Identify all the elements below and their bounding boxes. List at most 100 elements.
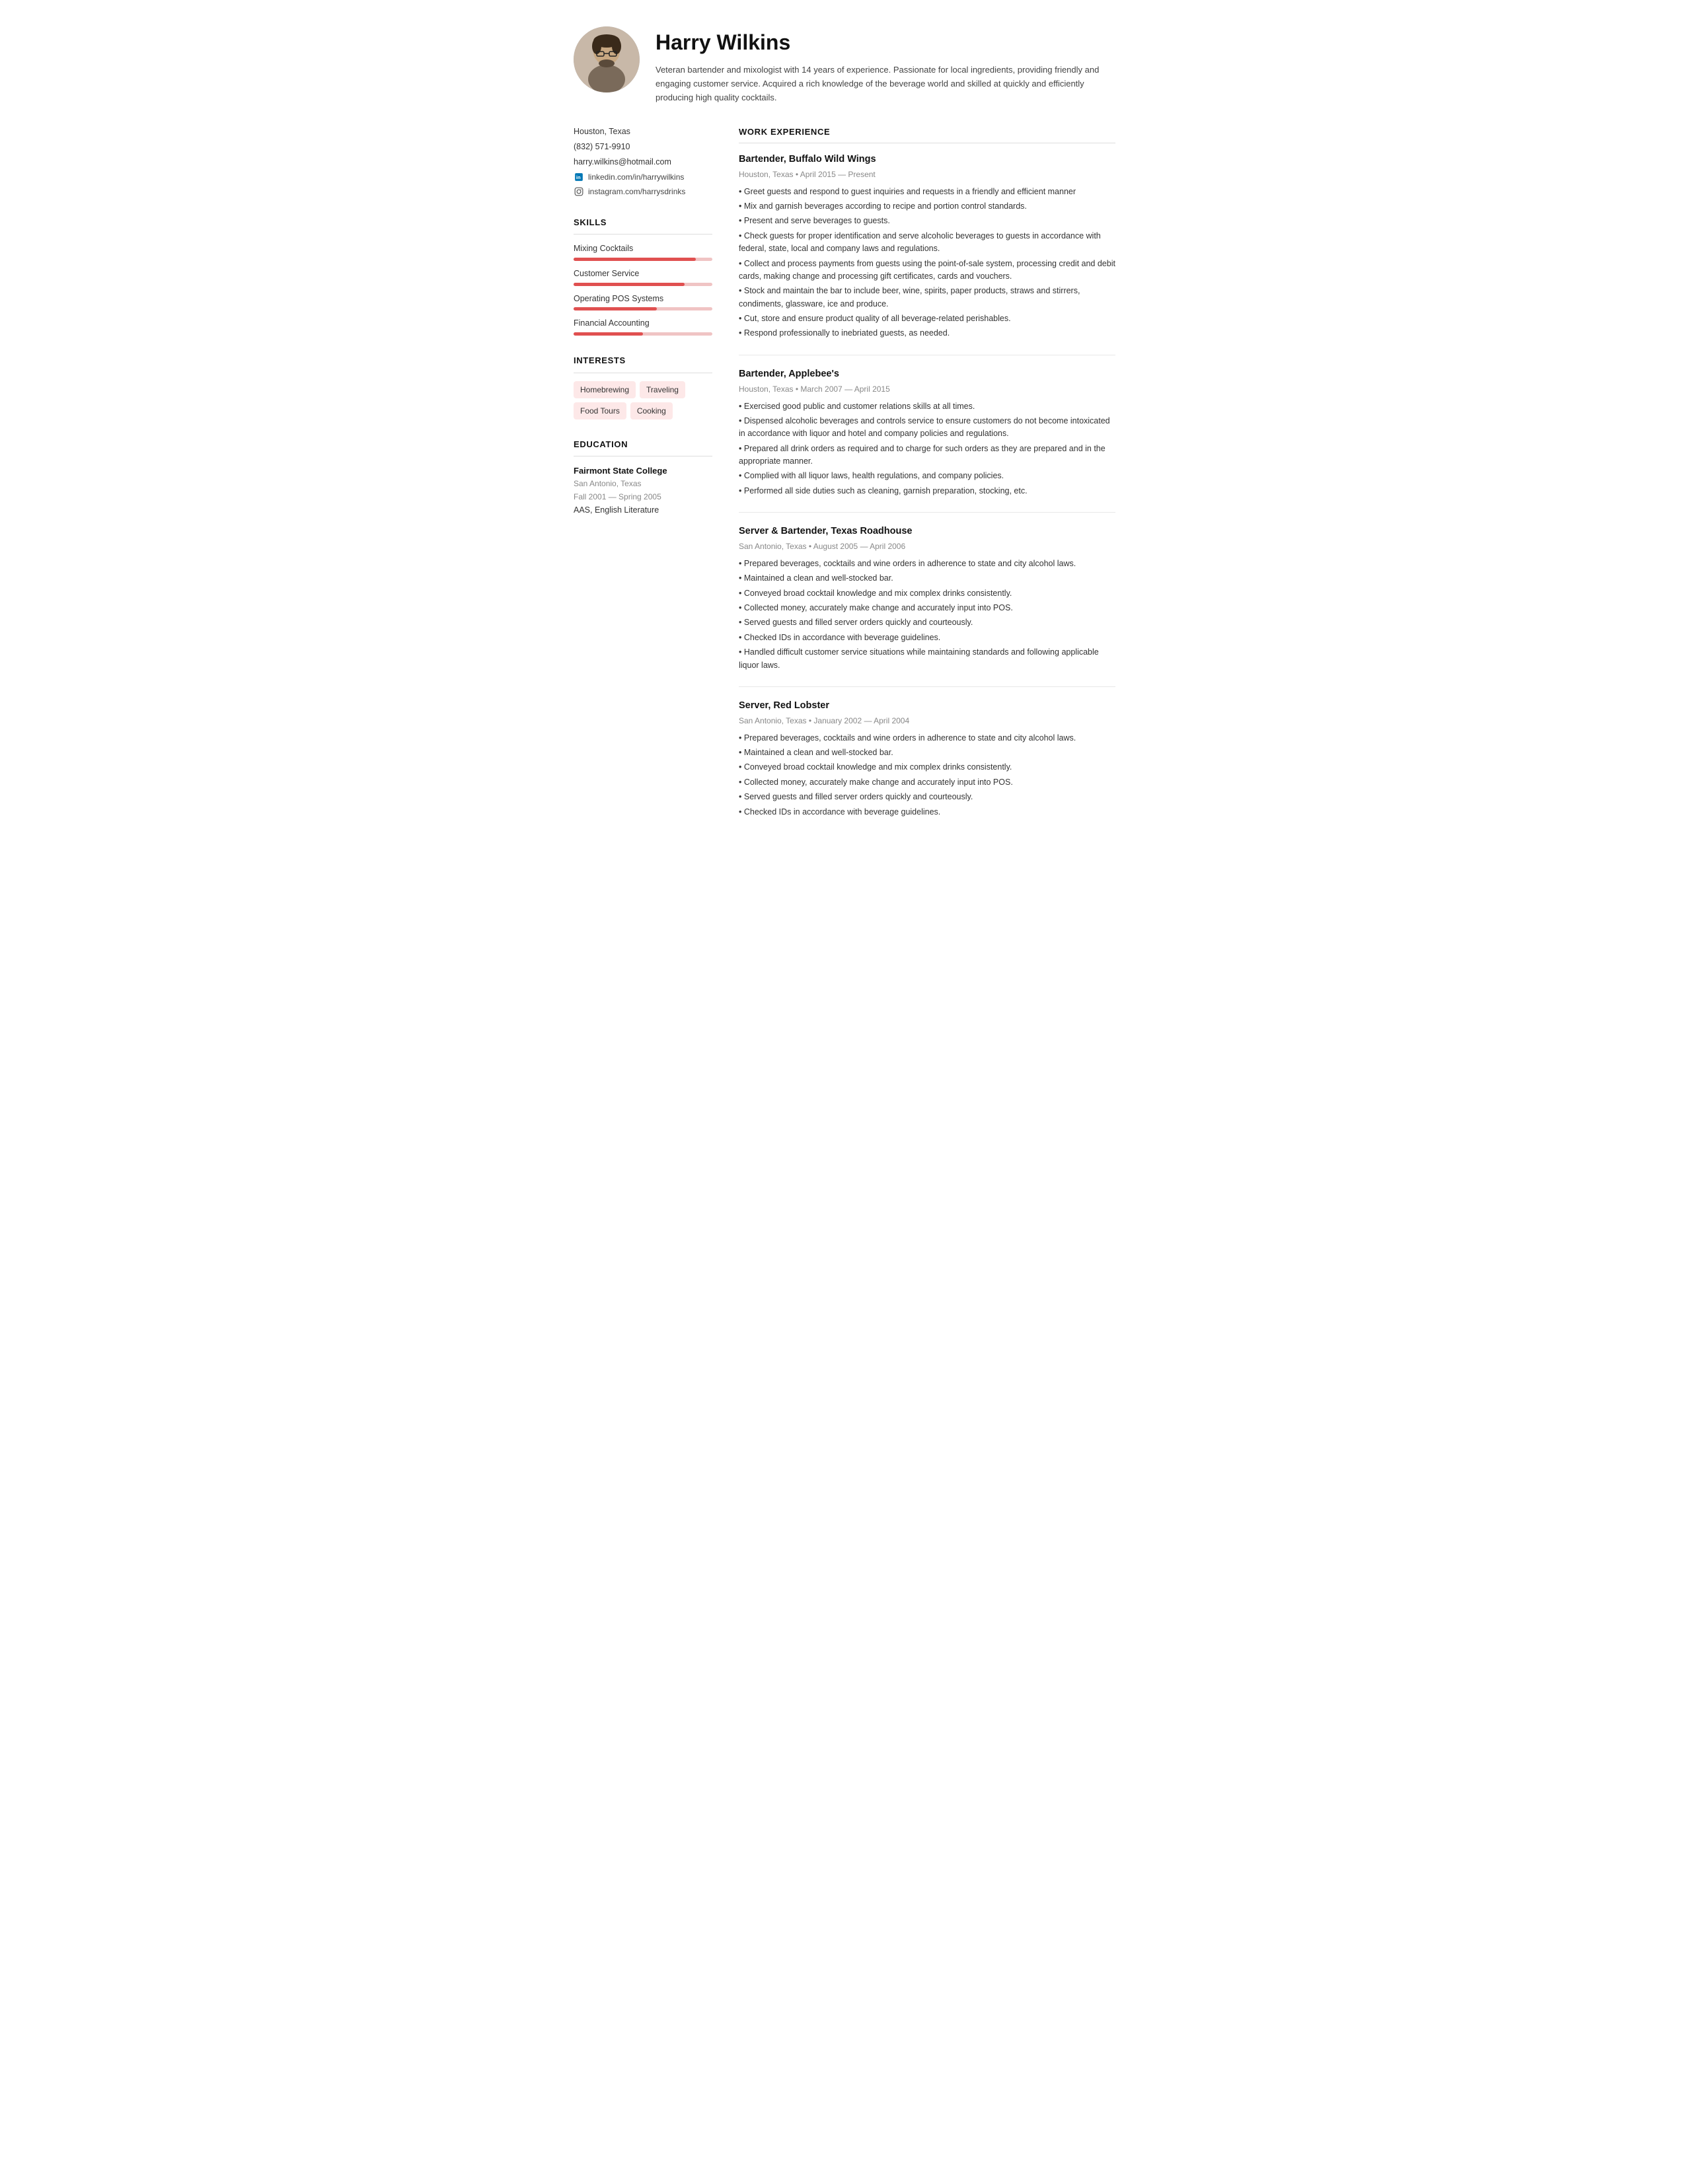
job-title: Bartender, Buffalo Wild Wings [739,153,1115,167]
interests-section: INTERESTS HomebrewingTraveling Food Tours… [574,354,712,419]
job-bullet: Check guests for proper identification a… [739,230,1115,256]
skill-item: Operating POS Systems [574,293,712,311]
skill-name: Customer Service [574,268,712,280]
skill-bar-fill [574,307,657,310]
job-block: Bartender, Buffalo Wild Wings Houston, T… [739,153,1115,340]
job-bullets: Prepared beverages, cocktails and wine o… [739,732,1115,819]
skill-name: Financial Accounting [574,317,712,330]
job-bullet: Complied with all liquor laws, health re… [739,470,1115,482]
contact-email: harry.wilkins@hotmail.com [574,156,712,168]
job-meta: Houston, Texas • March 2007 — April 2015 [739,383,1115,395]
job-bullet: Handled difficult customer service situa… [739,646,1115,672]
job-title: Server & Bartender, Texas Roadhouse [739,525,1115,539]
job-bullet: Prepared all drink orders as required an… [739,443,1115,468]
skill-item: Customer Service [574,268,712,286]
sidebar: Houston, Texas (832) 571-9910 harry.wilk… [574,126,712,534]
instagram-icon [574,186,584,197]
contact-linkedin: linkedin.com/in/harrywilkins [588,171,684,183]
job-bullet: Served guests and filled server orders q… [739,616,1115,629]
skill-item: Mixing Cocktails [574,242,712,261]
education-title: EDUCATION [574,438,712,451]
work-experience-section: WORK EXPERIENCE Bartender, Buffalo Wild … [739,126,1115,819]
job-bullet: Maintained a clean and well-stocked bar. [739,746,1115,759]
job-bullet: Mix and garnish beverages according to r… [739,200,1115,213]
skills-list: Mixing Cocktails Customer Service Operat… [574,242,712,336]
job-bullet: Performed all side duties such as cleani… [739,485,1115,497]
skill-name: Operating POS Systems [574,293,712,305]
job-bullet: Present and serve beverages to guests. [739,215,1115,227]
job-bullet: Served guests and filled server orders q… [739,791,1115,803]
job-bullets: Prepared beverages, cocktails and wine o… [739,558,1115,672]
interest-tags: HomebrewingTraveling Food ToursCooking [574,381,712,419]
skill-bar-fill [574,283,685,286]
job-meta: Houston, Texas • April 2015 — Present [739,168,1115,180]
job-title: Server, Red Lobster [739,699,1115,713]
skill-bar-bg [574,332,712,336]
job-bullet: Maintained a clean and well-stocked bar. [739,572,1115,585]
contact-phone: (832) 571-9910 [574,141,712,153]
job-bullet: Collected money, accurately make change … [739,776,1115,789]
edu-degree: AAS, English Literature [574,504,712,517]
avatar [574,26,640,92]
skills-divider [574,234,712,235]
interest-tag: Homebrewing [574,381,636,398]
job-bullet: Checked IDs in accordance with beverage … [739,806,1115,819]
job-title: Bartender, Applebee's [739,367,1115,382]
skills-title: SKILLS [574,216,712,229]
education-section: EDUCATION Fairmont State College San Ant… [574,438,712,517]
candidate-name: Harry Wilkins [656,26,1115,58]
job-bullet: Cut, store and ensure product quality of… [739,312,1115,325]
job-bullet: Collect and process payments from guests… [739,258,1115,283]
job-bullet: Greet guests and respond to guest inquir… [739,186,1115,198]
candidate-summary: Veteran bartender and mixologist with 14… [656,63,1115,104]
job-bullet: Collected money, accurately make change … [739,602,1115,614]
interest-tag: Food Tours [574,402,626,419]
skill-bar-bg [574,307,712,310]
contact-instagram-row: instagram.com/harrysdrinks [574,186,712,198]
job-bullet: Respond professionally to inebriated gue… [739,327,1115,340]
header-info: Harry Wilkins Veteran bartender and mixo… [656,26,1115,104]
job-bullet: Stock and maintain the bar to include be… [739,285,1115,310]
skill-item: Financial Accounting [574,317,712,336]
svg-text:in: in [576,174,581,180]
skill-bar-fill [574,258,696,261]
edu-dates: Fall 2001 — Spring 2005 [574,491,712,503]
education-list: Fairmont State College San Antonio, Texa… [574,464,712,516]
education-item: Fairmont State College San Antonio, Texa… [574,464,712,516]
jobs-list: Bartender, Buffalo Wild Wings Houston, T… [739,153,1115,819]
contact-linkedin-row: in linkedin.com/in/harrywilkins [574,171,712,183]
job-separator [739,512,1115,513]
header-section: Harry Wilkins Veteran bartender and mixo… [574,26,1115,104]
job-bullet: Dispensed alcoholic beverages and contro… [739,415,1115,441]
job-bullet: Prepared beverages, cocktails and wine o… [739,732,1115,745]
linkedin-icon: in [574,172,584,182]
job-block: Server, Red Lobster San Antonio, Texas •… [739,699,1115,819]
job-bullet: Exercised good public and customer relat… [739,400,1115,413]
skills-section: SKILLS Mixing Cocktails Customer Service… [574,216,712,336]
work-experience-title: WORK EXPERIENCE [739,126,1115,139]
interests-title: INTERESTS [574,354,712,367]
job-meta: San Antonio, Texas • January 2002 — Apri… [739,715,1115,727]
job-meta: San Antonio, Texas • August 2005 — April… [739,540,1115,552]
main-layout: Houston, Texas (832) 571-9910 harry.wilk… [574,126,1115,833]
job-bullets: Greet guests and respond to guest inquir… [739,186,1115,340]
skill-bar-bg [574,258,712,261]
skill-bar-bg [574,283,712,286]
job-bullet: Conveyed broad cocktail knowledge and mi… [739,587,1115,600]
edu-school: Fairmont State College [574,464,712,478]
job-bullet: Checked IDs in accordance with beverage … [739,632,1115,644]
contact-instagram: instagram.com/harrysdrinks [588,186,685,198]
main-content: WORK EXPERIENCE Bartender, Buffalo Wild … [739,126,1115,833]
job-bullet: Conveyed broad cocktail knowledge and mi… [739,761,1115,774]
job-separator [739,686,1115,687]
interest-tag: Traveling [640,381,685,398]
job-block: Server & Bartender, Texas Roadhouse San … [739,525,1115,672]
job-bullet: Prepared beverages, cocktails and wine o… [739,558,1115,570]
resume-wrapper: Harry Wilkins Veteran bartender and mixo… [547,0,1142,873]
interest-tag: Cooking [630,402,673,419]
edu-location: San Antonio, Texas [574,478,712,490]
job-bullets: Exercised good public and customer relat… [739,400,1115,498]
contact-section: Houston, Texas (832) 571-9910 harry.wilk… [574,126,712,197]
skill-name: Mixing Cocktails [574,242,712,255]
contact-location: Houston, Texas [574,126,712,138]
